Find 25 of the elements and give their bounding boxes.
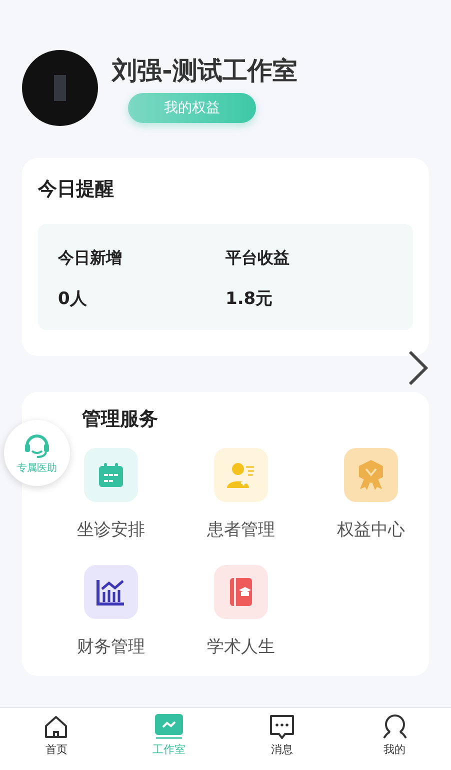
service-item[interactable]: 学术人生 (207, 565, 275, 658)
service-item[interactable]: 财务管理 (77, 565, 145, 658)
service-item[interactable]: 患者管理 (207, 448, 275, 541)
section-title: 管理服务 (81, 407, 159, 432)
book-icon (228, 577, 254, 607)
stat-value: 0人 (58, 288, 88, 310)
message-icon (268, 714, 295, 740)
medal-icon (356, 459, 386, 491)
nav-tab[interactable]: 消息 (226, 714, 338, 770)
studio-name: 刘强-测试工作室 (112, 54, 298, 86)
person-icon (226, 461, 256, 489)
chart-icon (155, 714, 184, 740)
chevron-right-icon[interactable] (407, 350, 429, 386)
bar-chart-icon (96, 578, 126, 606)
stat-value: 1.8元 (226, 288, 274, 310)
nav-tab[interactable]: 我的 (338, 714, 451, 770)
nav-tab[interactable]: 首页 (0, 714, 113, 770)
calendar-icon (97, 461, 125, 489)
service-item[interactable]: 权益中心 (337, 448, 405, 541)
person-icon (382, 714, 408, 740)
stat-label: 平台收益 (226, 248, 290, 269)
service-item[interactable]: 坐诊安排 (77, 448, 145, 541)
stat-label: 今日新增 (58, 248, 123, 269)
section-title: 今日提醒 (38, 177, 115, 202)
home-icon (43, 714, 70, 740)
